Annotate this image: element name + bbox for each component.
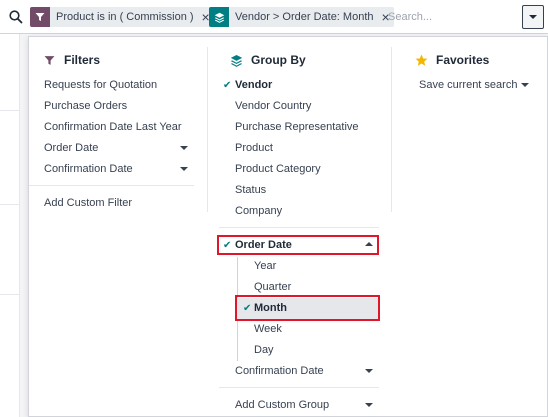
save-current-search[interactable]: Save current search xyxy=(419,75,517,95)
checkmark-icon: ✔ xyxy=(243,303,252,314)
group-by-product[interactable]: Product xyxy=(235,138,273,158)
column-divider xyxy=(391,47,392,212)
search-dropdown-panel: Filters Requests for Quotation Purchase … xyxy=(28,36,548,417)
facet-label: Product is in ( Commission ) xyxy=(56,11,194,23)
group-by-header: Group By xyxy=(229,52,306,68)
divider xyxy=(219,387,379,388)
caret-up-icon[interactable] xyxy=(365,242,373,246)
order-date-year[interactable]: Year xyxy=(254,256,276,276)
search-bar: Product is in ( Commission ) × Vendor > … xyxy=(0,0,548,34)
order-date-day[interactable]: Day xyxy=(254,340,274,360)
search-input[interactable] xyxy=(388,8,514,26)
favorites-header: Favorites xyxy=(414,52,489,68)
group-by-status[interactable]: Status xyxy=(235,180,266,200)
filter-order-date[interactable]: Order Date xyxy=(44,138,98,158)
group-by-order-date[interactable]: Order Date xyxy=(235,235,292,255)
divider xyxy=(29,185,194,186)
filters-header: Filters xyxy=(42,52,100,68)
facet-group-by: Vendor > Order Date: Month × xyxy=(209,7,394,27)
facet-label: Vendor > Order Date: Month xyxy=(235,11,374,23)
search-panel-toggle-button[interactable] xyxy=(522,5,544,29)
facet-product-filter: Product is in ( Commission ) × xyxy=(30,7,214,27)
background-row-divider xyxy=(0,204,20,205)
checkmark-icon: ✔ xyxy=(223,240,232,251)
caret-down-icon[interactable] xyxy=(365,403,373,407)
caret-down-icon[interactable] xyxy=(521,83,529,87)
group-by-purchase-representative[interactable]: Purchase Representative xyxy=(235,117,359,137)
group-by-vendor[interactable]: Vendor xyxy=(235,75,272,95)
caret-down-icon[interactable] xyxy=(180,146,188,150)
group-by-product-category[interactable]: Product Category xyxy=(235,159,321,179)
layers-icon xyxy=(229,53,243,67)
group-by-confirmation-date[interactable]: Confirmation Date xyxy=(235,361,324,381)
group-by-title: Group By xyxy=(251,53,306,67)
layers-icon xyxy=(209,7,229,27)
checkmark-icon: ✔ xyxy=(223,80,232,91)
column-divider xyxy=(207,47,208,212)
group-by-vendor-country[interactable]: Vendor Country xyxy=(235,96,311,116)
search-icon[interactable] xyxy=(8,9,24,25)
favorites-title: Favorites xyxy=(436,53,490,67)
background-page xyxy=(0,34,20,417)
background-row-divider xyxy=(0,294,20,295)
caret-down-icon[interactable] xyxy=(365,369,373,373)
add-custom-filter[interactable]: Add Custom Filter xyxy=(44,193,132,213)
divider xyxy=(219,227,379,228)
add-custom-group[interactable]: Add Custom Group xyxy=(235,395,329,415)
background-row-divider xyxy=(0,110,20,111)
filter-confirmation-date-last-year[interactable]: Confirmation Date Last Year xyxy=(44,117,182,137)
filter-purchase-orders[interactable]: Purchase Orders xyxy=(44,96,127,116)
filter-icon xyxy=(42,53,56,67)
caret-down-icon xyxy=(529,15,537,19)
order-date-week[interactable]: Week xyxy=(254,319,282,339)
filters-title: Filters xyxy=(64,53,101,67)
filter-confirmation-date[interactable]: Confirmation Date xyxy=(44,159,133,179)
order-date-quarter[interactable]: Quarter xyxy=(254,277,291,297)
star-icon xyxy=(414,53,428,67)
order-date-month[interactable]: Month xyxy=(254,298,287,318)
caret-down-icon[interactable] xyxy=(180,167,188,171)
filter-icon xyxy=(30,7,50,27)
filter-requests-for-quotation[interactable]: Requests for Quotation xyxy=(44,75,157,95)
group-by-company[interactable]: Company xyxy=(235,201,282,221)
